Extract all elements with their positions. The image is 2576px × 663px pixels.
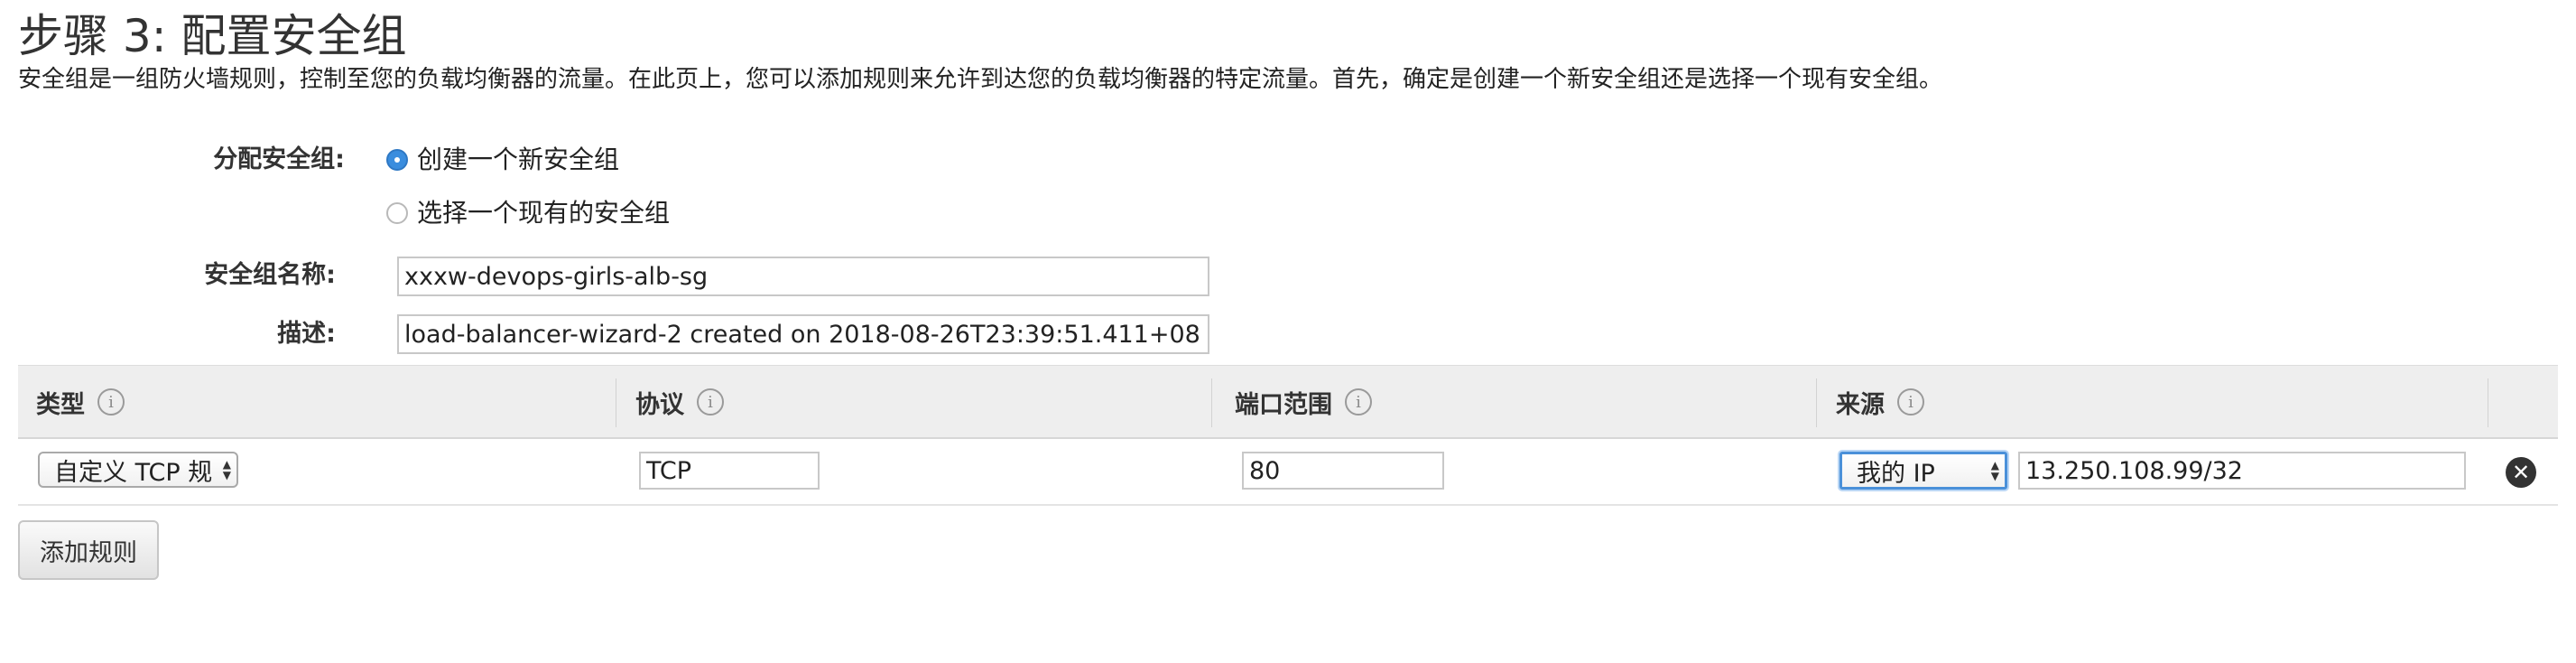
- radio-button-selected[interactable]: [386, 149, 408, 171]
- column-header-source-label: 来源: [1836, 390, 1885, 419]
- rule-type-value: 自定义 TCP 规: [54, 458, 213, 487]
- radio-select-existing-label: 选择一个现有的安全组: [417, 198, 671, 228]
- description-label: 描述:: [277, 320, 336, 348]
- assign-security-group-label: 分配安全组:: [213, 145, 345, 173]
- source-cidr-field[interactable]: [2018, 452, 2466, 490]
- column-header-port-range: 端口范围 i: [1235, 366, 1372, 438]
- column-header-port-range-label: 端口范围: [1235, 390, 1332, 419]
- info-icon[interactable]: i: [1897, 388, 1924, 416]
- select-arrows-icon: ▲ ▼: [222, 458, 231, 481]
- column-header-source: 来源 i: [1836, 366, 1924, 438]
- protocol-field[interactable]: [639, 452, 820, 490]
- rule-type-select[interactable]: 自定义 TCP 规 ▲ ▼: [38, 452, 238, 488]
- page-title: 步骤 3: 配置安全组: [18, 10, 407, 62]
- column-divider: [1816, 378, 1817, 427]
- info-icon[interactable]: i: [697, 388, 724, 416]
- radio-select-existing-group[interactable]: 选择一个现有的安全组: [386, 195, 670, 231]
- description-input[interactable]: [397, 314, 1209, 354]
- radio-create-new-group[interactable]: 创建一个新安全组: [386, 142, 619, 178]
- column-header-type: 类型 i: [36, 366, 125, 438]
- column-divider: [1211, 378, 1212, 427]
- column-header-protocol: 协议 i: [635, 366, 724, 438]
- info-icon[interactable]: i: [97, 388, 125, 416]
- rules-table-header: 类型 i 协议 i 端口范围 i 来源 i: [18, 365, 2558, 439]
- port-range-field[interactable]: [1242, 452, 1444, 490]
- security-group-name-label: 安全组名称:: [204, 261, 336, 289]
- info-icon[interactable]: i: [1345, 388, 1372, 416]
- source-type-value: 我的 IP: [1857, 459, 1935, 488]
- radio-create-new-label: 创建一个新安全组: [417, 145, 620, 174]
- page-description: 安全组是一组防火墙规则，控制至您的负载均衡器的流量。在此页上，您可以添加规则来允…: [18, 66, 1943, 93]
- add-rule-button[interactable]: 添加规则: [18, 520, 159, 580]
- radio-button-unselected[interactable]: [386, 202, 408, 224]
- source-type-select[interactable]: 我的 IP ▲ ▼: [1839, 452, 2007, 490]
- select-arrows-icon: ▲ ▼: [1990, 459, 1999, 482]
- remove-rule-icon[interactable]: ✕: [2506, 457, 2536, 488]
- table-row: 自定义 TCP 规 ▲▼ 我的 IP ▲▼ ✕: [18, 439, 2558, 506]
- column-header-protocol-label: 协议: [635, 390, 684, 419]
- column-header-type-label: 类型: [36, 390, 85, 419]
- security-group-name-input[interactable]: [397, 257, 1209, 296]
